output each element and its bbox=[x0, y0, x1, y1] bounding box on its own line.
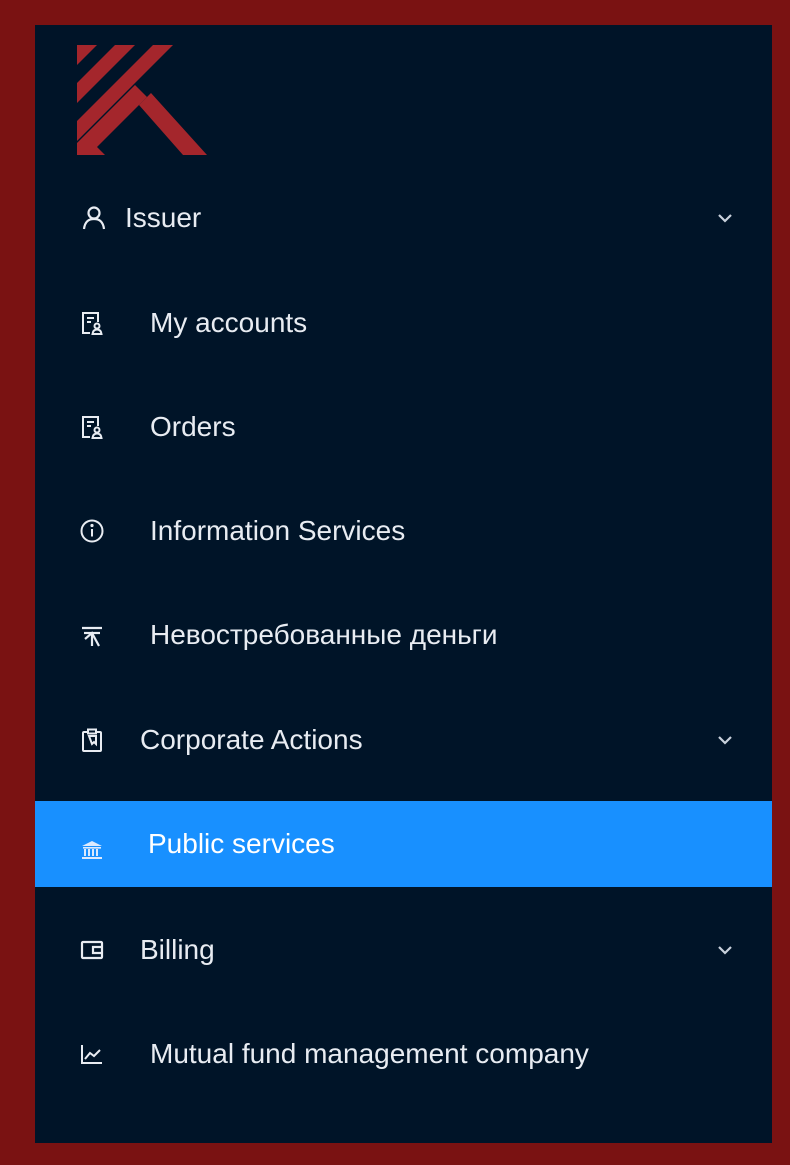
menu-item-corporate-actions[interactable]: Corporate Actions bbox=[35, 697, 772, 783]
menu-item-orders-label: Orders bbox=[150, 411, 236, 442]
chevron-down-icon[interactable] bbox=[716, 209, 734, 227]
menu-item-my-accounts-label: My accounts bbox=[150, 307, 308, 338]
menu-item-orders[interactable]: Orders bbox=[35, 384, 772, 470]
clipboard-icon bbox=[79, 727, 105, 753]
chevron-down-icon[interactable] bbox=[716, 941, 734, 959]
menu-item-billing-label: Billing bbox=[140, 934, 215, 965]
money-collect-icon bbox=[79, 622, 105, 648]
line-chart-icon bbox=[79, 1041, 105, 1067]
menu-item-issuer[interactable]: Issuer bbox=[35, 175, 772, 261]
wallet-icon bbox=[79, 937, 105, 963]
menu-item-my-accounts[interactable]: My accounts bbox=[35, 280, 772, 366]
sidebar-menu: Issuer My accounts Orders Information Se… bbox=[35, 25, 772, 1143]
document-user-icon bbox=[79, 310, 105, 336]
menu-item-issuer-label: Issuer bbox=[125, 202, 202, 233]
menu-item-public-services[interactable]: Public services bbox=[35, 801, 772, 887]
brand-logo bbox=[77, 45, 207, 155]
menu-item-mutual-fund-label: Mutual fund management company bbox=[150, 1038, 589, 1069]
menu-item-mutual-fund[interactable]: Mutual fund management company bbox=[35, 1011, 772, 1097]
menu-item-information-services-label: Information Services bbox=[150, 515, 406, 546]
document-user-icon bbox=[79, 414, 105, 440]
info-circle-icon bbox=[79, 518, 105, 544]
menu-item-unclaimed-money-label: Невостребованные деньги bbox=[150, 619, 498, 650]
window-frame: Issuer My accounts Orders Information Se… bbox=[0, 0, 790, 1165]
menu-item-corporate-actions-label: Corporate Actions bbox=[140, 724, 363, 755]
menu-item-unclaimed-money[interactable]: Невостребованные деньги bbox=[35, 592, 772, 678]
menu-item-information-services[interactable]: Information Services bbox=[35, 488, 772, 574]
user-icon bbox=[81, 205, 107, 231]
bank-icon bbox=[79, 836, 105, 862]
menu-item-public-services-label: Public services bbox=[148, 828, 335, 859]
menu-item-billing[interactable]: Billing bbox=[35, 907, 772, 993]
chevron-down-icon[interactable] bbox=[716, 731, 734, 749]
